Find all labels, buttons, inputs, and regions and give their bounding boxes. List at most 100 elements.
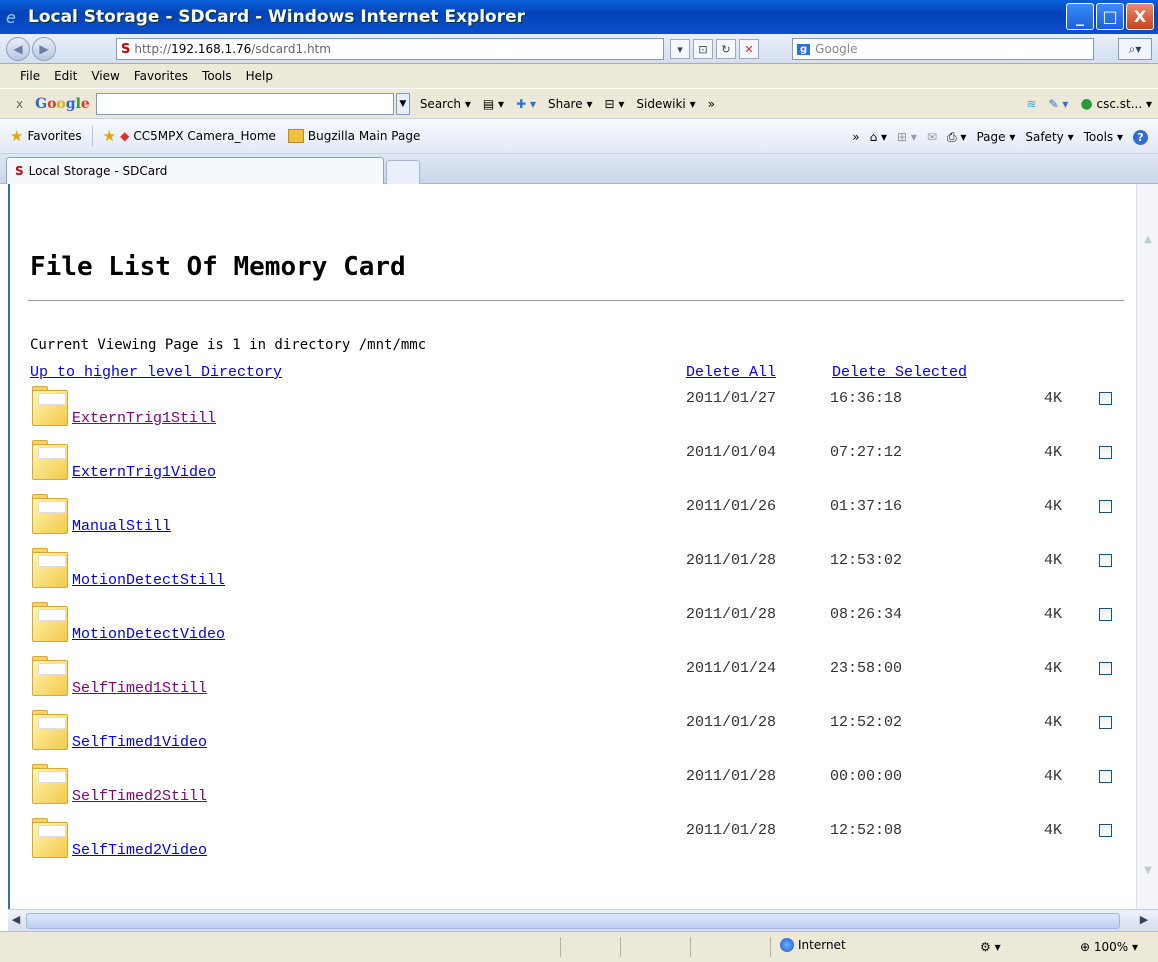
- horizontal-scroll-thumb[interactable]: [26, 913, 1120, 929]
- menu-help[interactable]: Help: [246, 69, 273, 83]
- tools-menu[interactable]: Tools ▾: [1084, 130, 1123, 144]
- google-search-button[interactable]: Search ▾: [420, 97, 471, 111]
- select-checkbox[interactable]: [1099, 716, 1112, 729]
- google-search-input[interactable]: [95, 92, 394, 115]
- window-controls: _ □ X: [1066, 3, 1154, 30]
- wrench-icon[interactable]: ✎ ▾: [1049, 97, 1069, 111]
- search-go-button[interactable]: ⌕▾: [1118, 38, 1152, 60]
- folder-icon: [30, 602, 70, 644]
- select-checkbox[interactable]: [1099, 824, 1112, 837]
- file-row: SelfTimed2Video 2011/01/28 12:52:08 4K: [30, 818, 1126, 872]
- maximize-button[interactable]: □: [1096, 3, 1124, 30]
- forward-button[interactable]: ▶: [32, 36, 56, 61]
- select-checkbox[interactable]: [1099, 500, 1112, 513]
- scroll-up-icon[interactable]: ▲: [1140, 234, 1156, 250]
- sidewiki-button[interactable]: Sidewiki ▾: [636, 97, 695, 111]
- compatibility-view-icon[interactable]: ⊡: [693, 39, 713, 59]
- safety-menu[interactable]: Safety ▾: [1025, 130, 1073, 144]
- file-row: ManualStill 2011/01/26 01:37:16 4K: [30, 494, 1126, 548]
- select-checkbox[interactable]: [1099, 608, 1112, 621]
- favorites-more-button[interactable]: »: [852, 130, 859, 144]
- file-row: MotionDetectStill 2011/01/28 12:53:02 4K: [30, 548, 1126, 602]
- folder-icon: [30, 548, 70, 590]
- page-title: File List Of Memory Card: [30, 252, 406, 282]
- folder-link[interactable]: SelfTimed2Video: [72, 842, 207, 859]
- folder-icon: [30, 386, 70, 428]
- add-button-icon[interactable]: ✚ ▾: [516, 97, 536, 111]
- wifi-icon: ≋: [1026, 96, 1037, 111]
- select-checkbox[interactable]: [1099, 662, 1112, 675]
- refresh-icon[interactable]: ↻: [716, 39, 736, 59]
- menu-tools[interactable]: Tools: [202, 69, 232, 83]
- favorite-label-bugzilla: Bugzilla Main Page: [307, 129, 421, 143]
- menu-file[interactable]: File: [20, 69, 40, 83]
- protected-mode-icon[interactable]: ⚙ ▾: [980, 940, 1001, 954]
- google-search-dropdown[interactable]: ▼: [395, 92, 410, 115]
- close-button[interactable]: X: [1126, 3, 1154, 30]
- search-input[interactable]: g Google: [792, 38, 1094, 60]
- file-date: 2011/01/27: [686, 390, 777, 407]
- page-menu[interactable]: Page ▾: [976, 130, 1015, 144]
- file-date: 2011/01/24: [686, 660, 777, 677]
- folder-link[interactable]: SelfTimed1Video: [72, 734, 207, 751]
- home-icon[interactable]: ⌂ ▾: [870, 130, 887, 144]
- feeds-icon[interactable]: ⊞ ▾: [897, 130, 917, 144]
- more-tools-button[interactable]: »: [708, 97, 715, 111]
- file-date: 2011/01/28: [686, 606, 777, 623]
- select-checkbox[interactable]: [1099, 554, 1112, 567]
- folder-icon: [30, 494, 70, 536]
- file-date: 2011/01/28: [686, 552, 777, 569]
- mail-icon[interactable]: ✉: [927, 130, 937, 144]
- account-button[interactable]: ● csc.st... ▾: [1080, 96, 1152, 112]
- address-dropdown-icon[interactable]: ▾: [670, 39, 690, 59]
- folder-link[interactable]: MotionDetectVideo: [72, 626, 225, 643]
- menu-favorites[interactable]: Favorites: [134, 69, 188, 83]
- bookmarks-icon[interactable]: ▤ ▾: [483, 97, 504, 111]
- file-time: 01:37:16: [830, 498, 903, 515]
- file-size: 4K: [1044, 498, 1063, 515]
- minimize-button[interactable]: _: [1066, 3, 1094, 30]
- zoom-button[interactable]: ⊕ 100% ▾: [1080, 940, 1138, 954]
- file-time: 16:36:18: [830, 390, 903, 407]
- back-button[interactable]: ◀: [6, 36, 30, 61]
- address-input[interactable]: S http:// 192.168.1.76 /sdcard1.htm: [116, 38, 664, 60]
- tab-local-storage[interactable]: S Local Storage - SDCard: [6, 157, 384, 184]
- folder-link[interactable]: ManualStill: [72, 518, 171, 535]
- delete-all-link[interactable]: Delete All: [686, 364, 776, 381]
- folder-link[interactable]: SelfTimed2Still: [72, 788, 207, 805]
- select-checkbox[interactable]: [1099, 770, 1112, 783]
- url-host: 192.168.1.76: [171, 42, 252, 56]
- print-icon[interactable]: ⎙ ▾: [947, 130, 966, 145]
- status-divider: [620, 937, 621, 957]
- vertical-scrollbar[interactable]: ▲ ▼: [1136, 184, 1158, 909]
- select-checkbox[interactable]: [1099, 446, 1112, 459]
- translate-icon[interactable]: ⊟ ▾: [604, 97, 624, 111]
- folder-link[interactable]: MotionDetectStill: [72, 572, 225, 589]
- favorite-link-bugzilla[interactable]: Bugzilla Main Page: [287, 129, 421, 143]
- menu-view[interactable]: View: [91, 69, 119, 83]
- scroll-down-icon[interactable]: ▼: [1140, 865, 1156, 881]
- scroll-right-icon[interactable]: ▶: [1136, 913, 1152, 929]
- file-time: 23:58:00: [830, 660, 903, 677]
- folder-link[interactable]: SelfTimed1Still: [72, 680, 207, 697]
- select-checkbox[interactable]: [1099, 392, 1112, 405]
- scroll-left-icon[interactable]: ◀: [8, 913, 24, 929]
- new-tab-button[interactable]: [386, 160, 420, 184]
- horizontal-scrollbar[interactable]: ◀ ▶: [8, 909, 1158, 931]
- toolbar-close-button[interactable]: x: [16, 97, 23, 111]
- delete-selected-link[interactable]: Delete Selected: [832, 364, 967, 381]
- status-divider: [770, 937, 771, 957]
- folder-link[interactable]: ExternTrig1Still: [72, 410, 216, 427]
- share-button[interactable]: Share ▾: [548, 97, 592, 111]
- up-directory-link[interactable]: Up to higher level Directory: [30, 364, 282, 381]
- tools-menu-label: Tools: [1083, 130, 1114, 144]
- favorite-link-camera[interactable]: ◆ CC5MPX Camera_Home: [120, 129, 276, 143]
- favorites-button[interactable]: Favorites: [27, 129, 81, 143]
- security-zone[interactable]: Internet: [780, 938, 846, 952]
- stop-icon[interactable]: ✕: [739, 39, 759, 59]
- camera-favicon-icon: ◆: [120, 129, 130, 143]
- help-icon[interactable]: ?: [1133, 129, 1148, 145]
- menu-edit[interactable]: Edit: [54, 69, 77, 83]
- add-favorite-icon[interactable]: ★: [103, 127, 116, 145]
- folder-link[interactable]: ExternTrig1Video: [72, 464, 216, 481]
